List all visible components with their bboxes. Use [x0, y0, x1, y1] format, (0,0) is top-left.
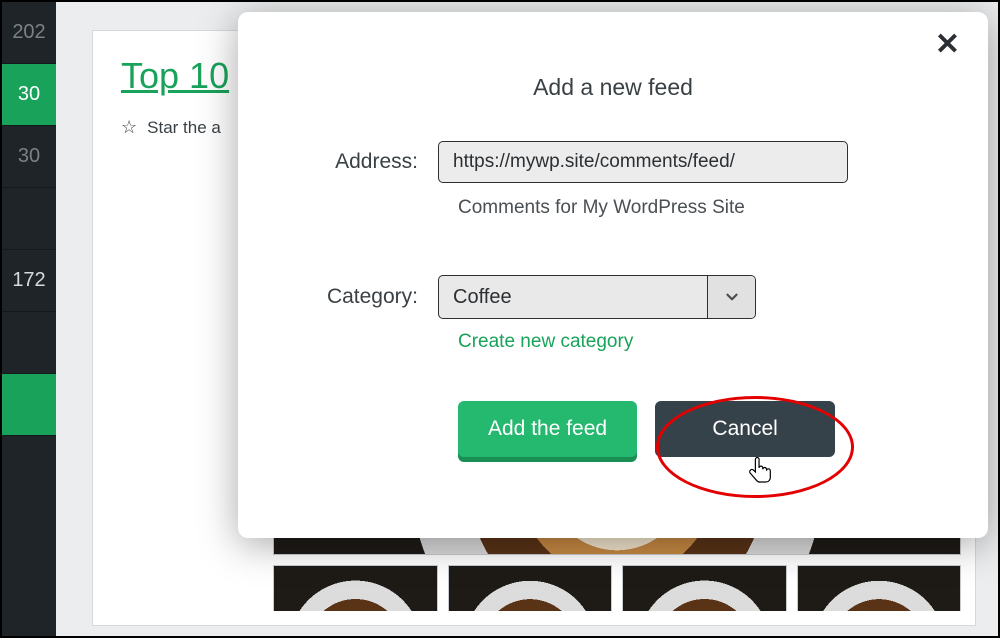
- address-hint: Comments for My WordPress Site: [458, 197, 948, 219]
- sidebar-item[interactable]: 172: [2, 250, 56, 312]
- create-category-link[interactable]: Create new category: [458, 331, 948, 353]
- address-label: Address:: [278, 150, 438, 174]
- thumbnail[interactable]: [622, 565, 787, 611]
- thumbnail[interactable]: [273, 565, 438, 611]
- sidebar-item[interactable]: [2, 188, 56, 250]
- cursor-icon: [748, 456, 774, 486]
- subtext-label: Star the a: [147, 118, 221, 138]
- category-value: Coffee: [439, 276, 707, 318]
- sidebar: 202 30 30 172: [2, 2, 56, 636]
- add-feed-modal: ✕ Add a new feed Address: Comments for M…: [238, 12, 988, 538]
- address-input[interactable]: [438, 141, 848, 183]
- cancel-button[interactable]: Cancel: [655, 401, 835, 457]
- star-icon: ☆: [121, 117, 137, 138]
- chevron-down-icon[interactable]: [707, 276, 755, 318]
- sidebar-item[interactable]: 202: [2, 2, 56, 64]
- sidebar-item[interactable]: [2, 374, 56, 436]
- category-label: Category:: [278, 285, 438, 309]
- thumbnail[interactable]: [797, 565, 962, 611]
- close-icon[interactable]: ✕: [935, 30, 960, 60]
- category-select[interactable]: Coffee: [438, 275, 756, 319]
- modal-title: Add a new feed: [278, 74, 948, 101]
- add-feed-button[interactable]: Add the feed: [458, 401, 637, 457]
- sidebar-item[interactable]: 30: [2, 126, 56, 188]
- sidebar-item[interactable]: 30: [2, 64, 56, 126]
- thumbnail[interactable]: [448, 565, 613, 611]
- sidebar-item[interactable]: [2, 312, 56, 374]
